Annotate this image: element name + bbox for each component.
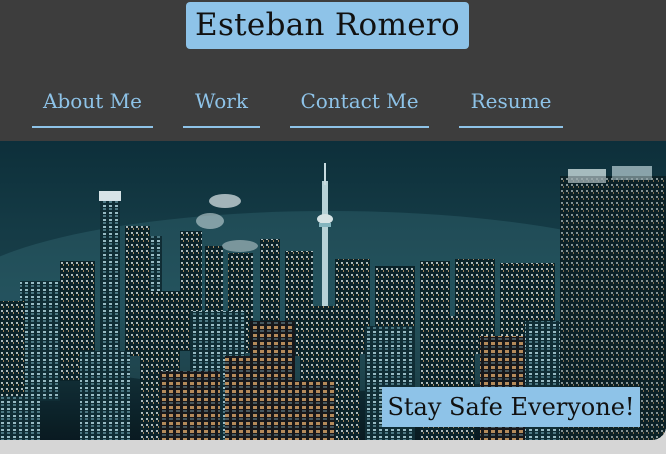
nav-resume[interactable]: Resume [459,78,563,128]
page: Esteban Romero About Me Work Contact Me … [0,0,666,454]
nav-work[interactable]: Work [183,78,260,128]
site-title: Esteban Romero [186,2,469,49]
site-header: Esteban Romero About Me Work Contact Me … [0,0,666,141]
hero-tagline: Stay Safe Everyone! [382,387,640,427]
nav-contact-me[interactable]: Contact Me [290,78,429,128]
main-nav: About Me Work Contact Me Resume [0,78,666,130]
nav-about-me[interactable]: About Me [32,78,153,128]
